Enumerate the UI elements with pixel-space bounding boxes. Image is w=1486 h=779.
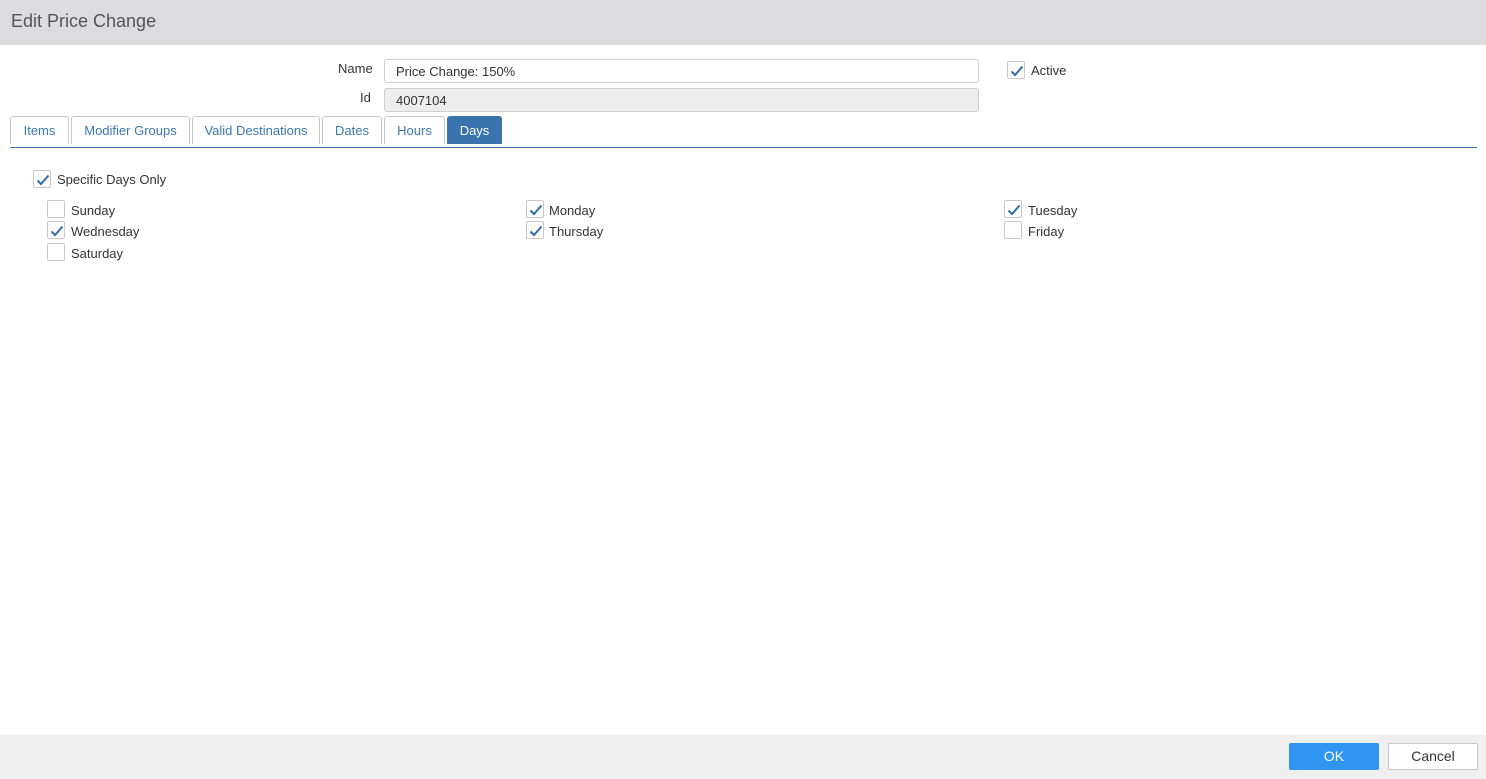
tab-valid-destinations[interactable]: Valid Destinations: [192, 116, 320, 144]
dialog-footer: [0, 735, 1486, 779]
day-label-sunday: Sunday: [71, 203, 116, 218]
day-checkbox-saturday[interactable]: [47, 243, 65, 261]
checkmark-icon: [1007, 204, 1021, 216]
specific-days-checkbox[interactable]: [33, 170, 51, 188]
name-label: Name: [338, 61, 373, 76]
tab-modifier-groups[interactable]: Modifier Groups: [71, 116, 190, 144]
active-label: Active: [1031, 63, 1067, 78]
checkmark-icon: [529, 204, 543, 216]
tab-days[interactable]: Days: [447, 116, 502, 144]
day-label-monday: Monday: [549, 203, 596, 218]
day-label-friday: Friday: [1028, 224, 1065, 239]
ok-button[interactable]: OK: [1289, 743, 1379, 770]
specific-days-label: Specific Days Only: [57, 172, 167, 187]
cancel-button[interactable]: Cancel: [1388, 743, 1478, 770]
tab-items[interactable]: Items: [10, 116, 69, 144]
tab-divider: [10, 147, 1477, 148]
day-checkbox-thursday[interactable]: [526, 221, 544, 239]
day-label-thursday: Thursday: [549, 224, 604, 239]
checkmark-icon: [529, 225, 543, 237]
dialog-title: Edit Price Change: [11, 11, 157, 31]
day-label-saturday: Saturday: [71, 246, 124, 261]
checkmark-icon: [1010, 65, 1024, 77]
tab-dates[interactable]: Dates: [322, 116, 382, 144]
active-checkbox[interactable]: [1007, 61, 1025, 79]
day-checkbox-tuesday[interactable]: [1004, 200, 1022, 218]
day-checkbox-monday[interactable]: [526, 200, 544, 218]
id-field: [384, 88, 979, 112]
day-checkbox-wednesday[interactable]: [47, 221, 65, 239]
tab-hours[interactable]: Hours: [384, 116, 445, 144]
day-label-tuesday: Tuesday: [1028, 203, 1078, 218]
checkmark-icon: [36, 174, 50, 186]
checkmark-icon: [50, 225, 64, 237]
day-checkbox-friday[interactable]: [1004, 221, 1022, 239]
dialog-titlebar: Edit Price Change: [0, 0, 1486, 45]
day-label-wednesday: Wednesday: [71, 224, 140, 239]
day-checkbox-sunday[interactable]: [47, 200, 65, 218]
id-label: Id: [360, 90, 371, 105]
name-input[interactable]: [384, 59, 979, 83]
